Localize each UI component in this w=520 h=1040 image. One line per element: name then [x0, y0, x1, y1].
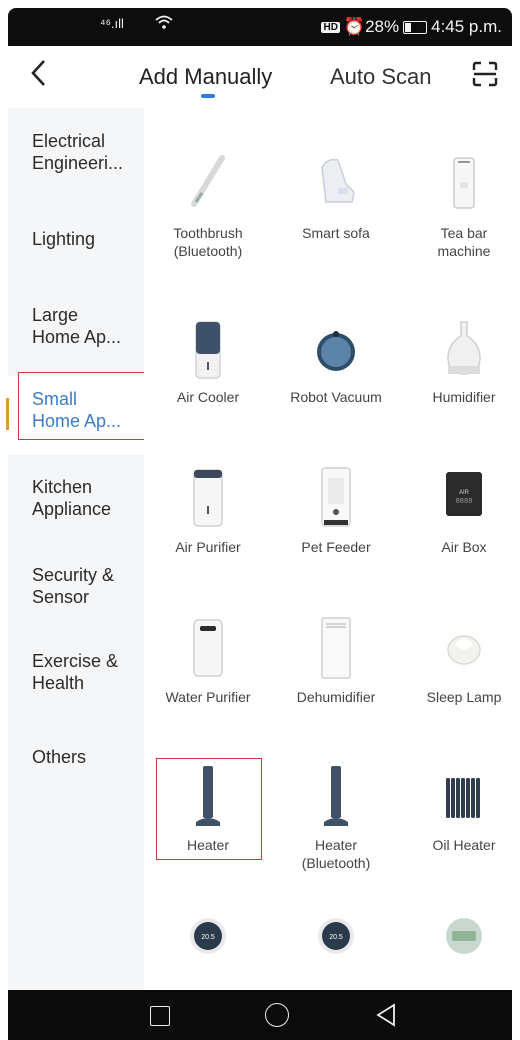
- device-label: Dehumidifier: [296, 689, 376, 705]
- device-label: Heater (Bluetooth): [301, 837, 371, 871]
- heater-icon: [316, 764, 356, 828]
- recent-apps-square-icon[interactable]: [150, 1006, 170, 1026]
- svg-text:AIR: AIR: [459, 490, 470, 496]
- device-air-purifier[interactable]: Air Purifier: [144, 466, 272, 576]
- device-label: Sleep Lamp: [426, 689, 502, 705]
- device-sleep-lamp[interactable]: Sleep Lamp: [400, 616, 512, 726]
- category-label: Others: [32, 747, 87, 767]
- tab-auto-scan[interactable]: Auto Scan: [330, 64, 432, 90]
- category-large-home[interactable]: Large Home Ap...: [8, 302, 144, 380]
- scan-frame-icon[interactable]: [472, 61, 498, 87]
- back-triangle-icon[interactable]: [374, 1002, 398, 1028]
- device-pet-feeder[interactable]: Pet Feeder: [272, 466, 400, 576]
- device-air-box[interactable]: AIR 8888 Air Box: [400, 466, 512, 576]
- device-air-cooler[interactable]: Air Cooler: [144, 318, 272, 428]
- toothbrush-icon: [188, 148, 228, 212]
- wifi-icon: [154, 13, 174, 36]
- clock-time: 4:45 p.m.: [431, 17, 502, 36]
- device-toothbrush[interactable]: Toothbrush (Bluetooth): [144, 148, 272, 268]
- selected-device-outline: [156, 758, 262, 860]
- device-label: Tea bar machine: [437, 225, 491, 259]
- thermostat-icon: 20.5: [188, 916, 228, 980]
- device-label: Toothbrush (Bluetooth): [173, 225, 243, 259]
- pet-feeder-icon: [316, 466, 356, 530]
- device-label: Air Purifier: [175, 539, 241, 555]
- device-dehumidifier[interactable]: Dehumidifier: [272, 616, 400, 726]
- air-cooler-icon: [188, 318, 228, 382]
- air-box-icon: AIR 8888: [444, 466, 484, 530]
- tea-bar-icon: [444, 148, 484, 212]
- device-label: Robot Vacuum: [290, 389, 382, 405]
- humidifier-icon: [444, 318, 484, 382]
- oil-heater-icon: [444, 764, 484, 828]
- robot-vacuum-icon: [316, 318, 356, 382]
- status-bar: ⁴⁶.ıll HD ⏰28% 4:45 p.m.: [8, 8, 512, 46]
- device-heater-bluetooth[interactable]: Heater (Bluetooth): [272, 764, 400, 874]
- device-label: Oil Heater: [432, 837, 496, 853]
- device-smart-sofa[interactable]: Smart sofa: [272, 148, 400, 268]
- category-kitchen[interactable]: Kitchen Appliance: [8, 472, 144, 550]
- water-purifier-icon: [188, 616, 228, 680]
- svg-text:8888: 8888: [456, 498, 473, 506]
- device-label: Humidifier: [432, 389, 496, 405]
- selected-category-outline: [18, 372, 145, 440]
- sofa-icon: [316, 148, 356, 212]
- device-label: Air Box: [441, 539, 487, 555]
- device-thermostat[interactable]: 20.5: [144, 916, 272, 990]
- device-water-purifier[interactable]: Water Purifier: [144, 616, 272, 726]
- tab-add-manually[interactable]: Add Manually: [139, 64, 272, 90]
- signal-icon: ⁴⁶.ıll: [100, 16, 124, 31]
- active-tab-indicator: [201, 94, 215, 98]
- device-humidifier[interactable]: Humidifier: [400, 318, 512, 428]
- category-label: Lighting: [32, 229, 96, 249]
- dehumidifier-icon: [316, 616, 356, 680]
- device-label: Air Cooler: [176, 389, 240, 405]
- sleep-lamp-icon: [444, 616, 484, 680]
- device-label: Water Purifier: [165, 689, 251, 705]
- device-thermostat-2[interactable]: 20.5: [272, 916, 400, 990]
- system-nav-bar: [8, 990, 512, 1040]
- air-purifier-icon: [188, 466, 228, 530]
- category-label: Exercise & Health: [32, 651, 119, 693]
- category-electrical[interactable]: Electrical Engineeri...: [8, 128, 144, 206]
- device-label: Pet Feeder: [301, 539, 371, 555]
- category-lighting[interactable]: Lighting: [8, 214, 144, 292]
- svg-text:20.5: 20.5: [329, 934, 343, 941]
- device-label: Smart sofa: [302, 225, 370, 241]
- hd-badge: HD: [321, 21, 340, 33]
- battery-percent: ⏰28%: [343, 17, 400, 36]
- category-security[interactable]: Security & Sensor: [8, 560, 144, 638]
- battery-icon: [403, 20, 428, 34]
- thermostat-icon: 20.5: [316, 916, 356, 980]
- top-nav: Add Manually Auto Scan: [0, 46, 520, 108]
- active-category-marker: [6, 398, 9, 430]
- svg-text:20.5: 20.5: [201, 934, 215, 941]
- back-chevron-icon[interactable]: [28, 58, 50, 94]
- category-others[interactable]: Others: [8, 738, 144, 816]
- category-exercise[interactable]: Exercise & Health: [8, 646, 144, 724]
- category-sidebar: Electrical Engineeri... Lighting Large H…: [6, 108, 144, 990]
- device-trv[interactable]: [400, 916, 512, 990]
- trv-icon: [444, 916, 484, 980]
- category-label: Electrical Engineeri...: [32, 131, 124, 173]
- category-label: Kitchen Appliance: [32, 477, 112, 519]
- category-label: Large Home Ap...: [32, 305, 122, 347]
- home-circle-icon[interactable]: [265, 1003, 289, 1027]
- device-tea-bar[interactable]: Tea bar machine: [400, 148, 512, 268]
- device-oil-heater[interactable]: Oil Heater: [400, 764, 512, 874]
- device-robot-vacuum[interactable]: Robot Vacuum: [272, 318, 400, 428]
- category-label: Security & Sensor: [32, 565, 115, 607]
